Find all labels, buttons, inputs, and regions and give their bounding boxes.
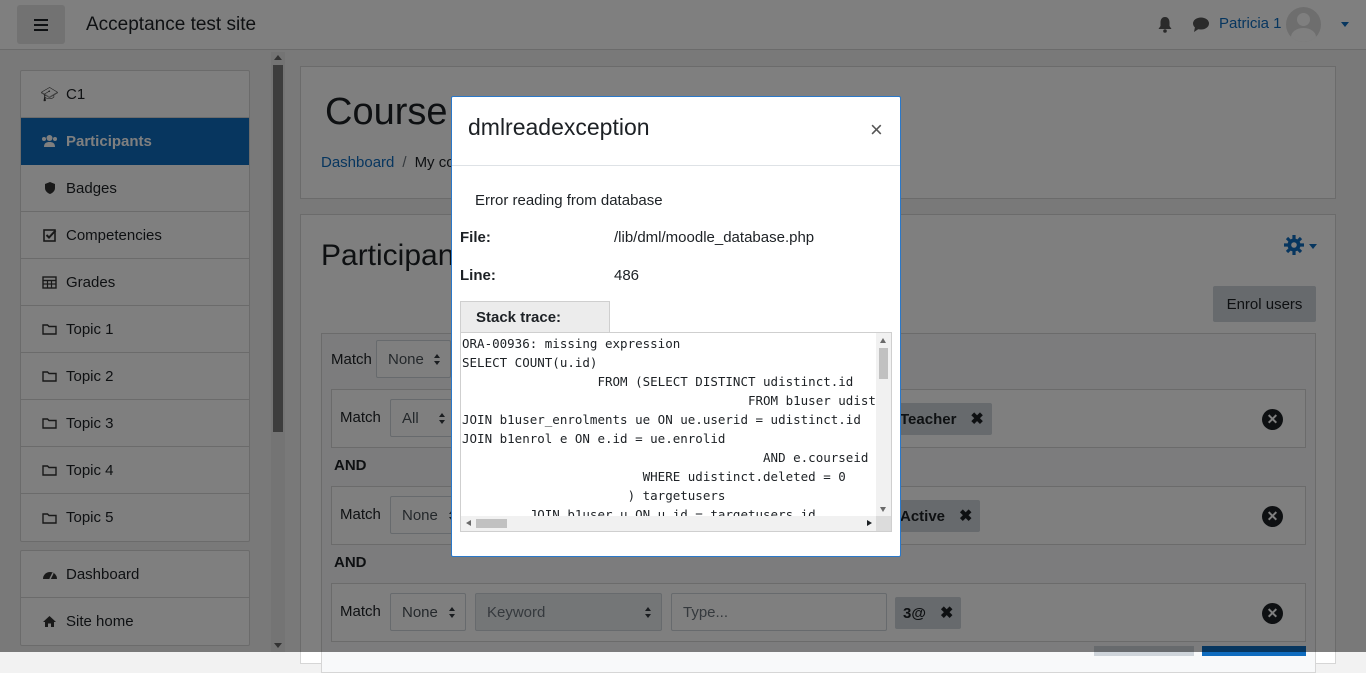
stack-line: FROM (SELECT DISTINCT udistinct.id — [462, 374, 854, 389]
stack-line: JOIN b1user u ON u.id = targetusers.id — [462, 507, 816, 516]
error-message: Error reading from database — [475, 192, 663, 209]
scrollbar-corner — [876, 516, 891, 531]
line-label: Line: — [460, 267, 496, 284]
stack-line: SELECT COUNT(u.id) — [462, 355, 598, 370]
scrollbar-thumb[interactable] — [879, 348, 888, 379]
stack-line: JOIN b1enrol e ON e.id = ue.enrolid — [462, 431, 726, 446]
file-label: File: — [460, 229, 491, 246]
stack-trace-text: ORA-00936: missing expression SELECT COU… — [462, 334, 876, 516]
error-dialog: dmlreadexception × Error reading from da… — [451, 96, 901, 557]
stack-line: ORA-00936: missing expression — [462, 336, 681, 351]
line-value: 486 — [614, 267, 640, 284]
scroll-left-arrow-icon[interactable] — [466, 520, 471, 526]
stack-horizontal-scrollbar[interactable] — [461, 516, 877, 531]
scroll-up-arrow-icon[interactable] — [880, 338, 886, 343]
scroll-down-arrow-icon[interactable] — [880, 507, 886, 512]
stack-trace-tab[interactable]: Stack trace: — [460, 301, 610, 333]
stack-vertical-scrollbar[interactable] — [876, 333, 891, 517]
scroll-right-arrow-icon[interactable] — [867, 520, 872, 526]
stack-trace-box[interactable]: ORA-00936: missing expression SELECT COU… — [460, 332, 892, 532]
stack-line: ) targetusers — [462, 488, 726, 503]
stack-line: FROM b1user udistin — [462, 393, 876, 408]
stack-line: AND e.courseid — [462, 450, 869, 465]
stack-line: JOIN b1user_enrolments ue ON ue.userid =… — [462, 412, 861, 427]
close-icon[interactable]: × — [870, 118, 883, 142]
scrollbar-thumb[interactable] — [476, 519, 507, 528]
file-value: /lib/dml/moodle_database.php — [614, 229, 815, 246]
dialog-title: dmlreadexception — [468, 114, 650, 140]
stack-line: WHERE udistinct.deleted = 0 — [462, 469, 846, 484]
dialog-header: dmlreadexception × — [452, 97, 900, 166]
